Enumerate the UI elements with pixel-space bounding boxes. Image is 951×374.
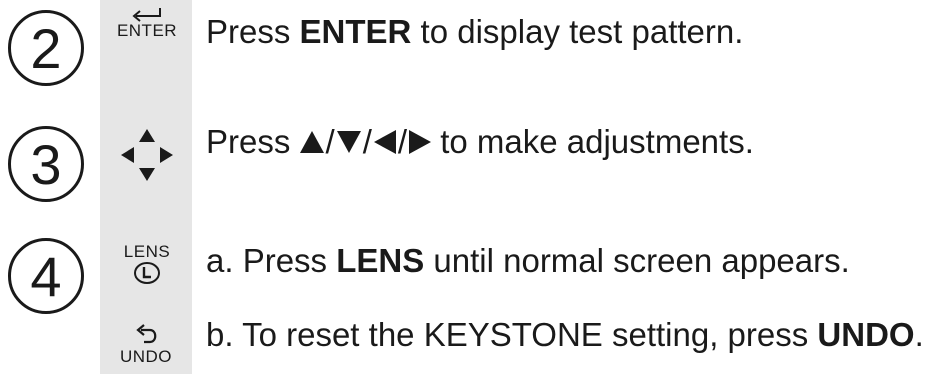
key-icon-column — [100, 0, 192, 374]
lens-circle-icon — [134, 262, 160, 284]
arrow-left-icon — [121, 147, 134, 163]
step-number-3: 3 — [8, 126, 84, 202]
separator: / — [397, 123, 408, 160]
instruction-text: to make adjustments. — [431, 123, 754, 160]
arrow-up-icon — [139, 129, 155, 142]
enter-key-icon: ENTER — [112, 6, 182, 39]
key-name-enter: ENTER — [299, 13, 412, 50]
undo-arrow-icon — [136, 324, 157, 344]
step-number-2: 2 — [8, 10, 84, 86]
separator: / — [325, 123, 335, 160]
instruction-arrows: Press / / / to make adjustments. — [206, 125, 754, 158]
arrow-down-icon — [139, 168, 155, 181]
instruction-text: a. Press — [206, 242, 337, 279]
undo-key-label: UNDO — [119, 347, 173, 366]
key-name-lens: LENS — [336, 242, 425, 279]
instruction-text: Press — [206, 13, 300, 50]
arrow-right-icon — [409, 130, 432, 155]
enter-key-label: ENTER — [116, 21, 178, 40]
arrow-down-icon — [336, 131, 361, 154]
instruction-text: until normal screen appears. — [424, 242, 850, 279]
direction-arrows-icon — [119, 127, 175, 183]
instruction-lens: a. Press LENS until normal screen appear… — [206, 244, 850, 277]
instruction-text: Press — [206, 123, 300, 160]
arrow-left-icon — [373, 130, 396, 155]
step-number-4: 4 — [8, 238, 84, 314]
instruction-text: b. To reset the KEYSTONE setting, press — [206, 316, 818, 353]
instruction-text: to display test pattern. — [411, 13, 744, 50]
enter-arrow-icon — [132, 8, 161, 22]
instruction-undo: b. To reset the KEYSTONE setting, press … — [206, 318, 924, 351]
separator: / — [362, 123, 372, 160]
arrow-up-icon — [299, 131, 324, 154]
instruction-enter: Press ENTER to display test pattern. — [206, 15, 743, 48]
instruction-text: . — [914, 316, 924, 353]
lens-key-icon: LENS — [117, 243, 177, 286]
arrow-right-icon — [160, 147, 173, 163]
key-name-undo: UNDO — [817, 316, 915, 353]
lens-key-label: LENS — [123, 242, 171, 261]
undo-key-icon: UNDO — [113, 324, 179, 365]
